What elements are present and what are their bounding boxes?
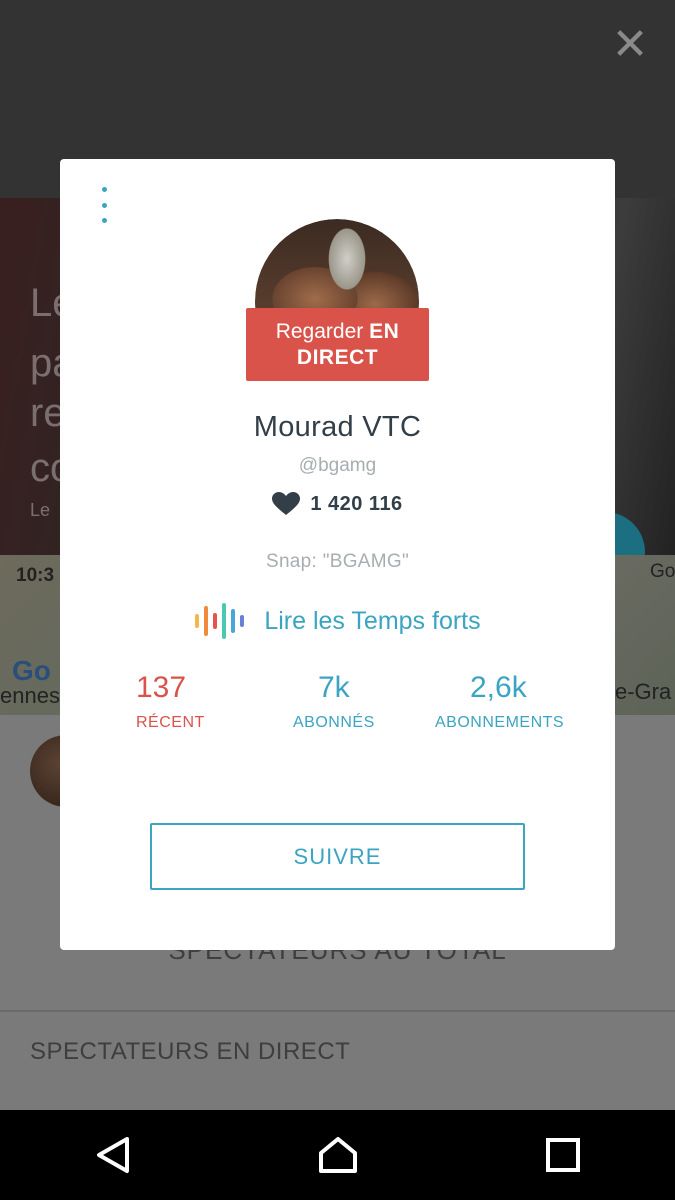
- close-icon[interactable]: ✕: [610, 23, 650, 67]
- hearts-count-row: 1 420 116: [60, 492, 615, 516]
- recents-square-icon[interactable]: [523, 1115, 603, 1195]
- divider: [0, 1010, 675, 1012]
- map-label: Go: [650, 561, 675, 582]
- background-photo-caption: Le: [30, 500, 51, 520]
- stat-followers-label: ABONNÉS: [293, 714, 375, 731]
- watch-live-bold-2: DIRECT: [296, 345, 379, 369]
- more-options-icon[interactable]: [92, 185, 116, 225]
- system-navigation-bar: [0, 1110, 675, 1200]
- home-icon[interactable]: [298, 1115, 378, 1195]
- watch-live-button[interactable]: Regarder EN DIRECT: [246, 308, 429, 381]
- profile-name: Mourad VTC: [253, 411, 422, 443]
- profile-bio: Snap: "BGAMG": [265, 551, 410, 572]
- profile-modal: Regarder EN DIRECT Mourad VTC @bgamg 1 4…: [60, 159, 615, 950]
- stat-recent-label: RÉCENT: [136, 714, 205, 731]
- heart-icon: [272, 492, 301, 515]
- live-viewers-label: SPECTATEURS EN DIRECT: [30, 1038, 351, 1065]
- profile-avatar[interactable]: [255, 219, 419, 309]
- audio-bars-icon: [195, 603, 245, 639]
- stat-following-value: 2,6k: [470, 671, 527, 704]
- hearts-count: 1 420 116: [310, 492, 403, 515]
- highlights-label: Lire les Temps forts: [264, 606, 481, 635]
- map-label: ennes: [0, 683, 60, 708]
- map-label: e-Gra: [615, 679, 672, 704]
- stat-recent[interactable]: 137 RÉCENT: [136, 671, 256, 733]
- watch-live-bold-1: EN: [369, 319, 400, 343]
- stat-following-label: ABONNEMENTS: [435, 714, 565, 731]
- highlights-link[interactable]: Lire les Temps forts: [60, 603, 615, 639]
- follow-button[interactable]: SUIVRE: [150, 823, 525, 890]
- map-time-label: 10:3: [16, 565, 55, 586]
- stat-followers-value: 7k: [318, 671, 350, 704]
- stat-followers[interactable]: 7k ABONNÉS: [293, 671, 413, 733]
- stat-recent-value: 137: [136, 671, 187, 704]
- profile-handle: @bgamg: [298, 455, 377, 476]
- watch-live-prefix: Regarder: [275, 319, 364, 343]
- stat-following[interactable]: 2,6k ABONNEMENTS: [435, 671, 570, 733]
- back-triangle-icon[interactable]: [73, 1115, 153, 1195]
